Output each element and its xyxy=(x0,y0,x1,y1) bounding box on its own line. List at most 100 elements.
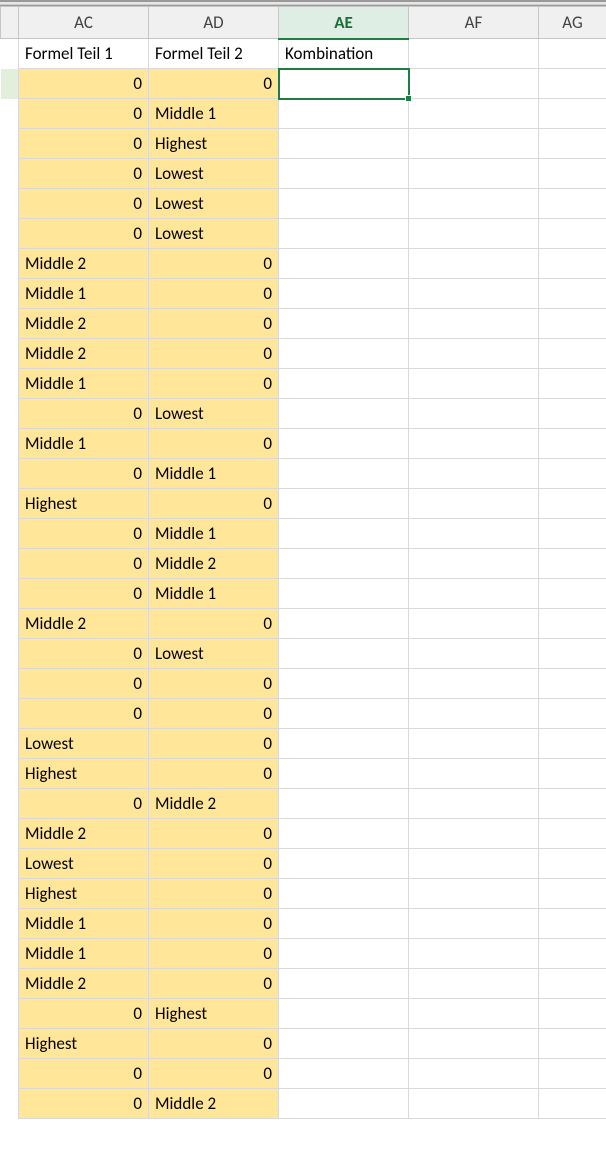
cell-ag[interactable] xyxy=(539,849,606,879)
cell-af[interactable] xyxy=(409,489,539,519)
cell-af[interactable] xyxy=(409,249,539,279)
cell-ag[interactable] xyxy=(539,999,606,1029)
cell-af[interactable] xyxy=(409,609,539,639)
cell-ag[interactable] xyxy=(539,399,606,429)
cell-ae[interactable] xyxy=(279,939,409,969)
cell-af[interactable] xyxy=(409,699,539,729)
cell-af[interactable] xyxy=(409,789,539,819)
cell-ac[interactable]: 0 xyxy=(19,219,149,249)
cell-ag[interactable] xyxy=(539,1059,606,1089)
cell-af[interactable] xyxy=(409,69,539,99)
cell-ac[interactable]: 0 xyxy=(19,999,149,1029)
cell-ac[interactable]: 0 xyxy=(19,99,149,129)
cell-ad[interactable]: Lowest xyxy=(149,189,279,219)
cell-ag[interactable] xyxy=(539,729,606,759)
cell-af-header[interactable] xyxy=(409,39,539,69)
cell-ae[interactable] xyxy=(279,189,409,219)
cell-ag[interactable] xyxy=(539,969,606,999)
grid-table[interactable]: AC AD AE AF AG Formel Teil 1 Formel Teil… xyxy=(0,6,606,1119)
cell-ag[interactable] xyxy=(539,819,606,849)
cell-ag[interactable] xyxy=(539,429,606,459)
col-header-ac[interactable]: AC xyxy=(19,7,149,39)
cell-ac[interactable]: 0 xyxy=(19,1059,149,1089)
cell-ag[interactable] xyxy=(539,99,606,129)
cell-ac[interactable]: 0 xyxy=(19,519,149,549)
cell-af[interactable] xyxy=(409,849,539,879)
cell-ae[interactable] xyxy=(279,1089,409,1119)
cell-ac[interactable]: 0 xyxy=(19,1089,149,1119)
cell-ac[interactable]: Highest xyxy=(19,489,149,519)
cell-ad[interactable]: Highest xyxy=(149,999,279,1029)
cell-ae[interactable] xyxy=(279,129,409,159)
cell-ae[interactable] xyxy=(279,369,409,399)
cell-ac[interactable]: 0 xyxy=(19,549,149,579)
cell-ad[interactable]: 0 xyxy=(149,1029,279,1059)
cell-ag[interactable] xyxy=(539,309,606,339)
cell-af[interactable] xyxy=(409,459,539,489)
cell-ag[interactable] xyxy=(539,609,606,639)
cell-ag[interactable] xyxy=(539,249,606,279)
cell-af[interactable] xyxy=(409,669,539,699)
cell-af[interactable] xyxy=(409,1089,539,1119)
cell-ad[interactable]: 0 xyxy=(149,729,279,759)
cell-ae[interactable] xyxy=(279,879,409,909)
cell-ad[interactable]: Lowest xyxy=(149,159,279,189)
cell-ae[interactable] xyxy=(279,909,409,939)
cell-ag[interactable] xyxy=(539,1029,606,1059)
cell-ag[interactable] xyxy=(539,579,606,609)
cell-ac[interactable]: Highest xyxy=(19,759,149,789)
cell-ac[interactable]: Highest xyxy=(19,1029,149,1059)
cell-ac[interactable]: Middle 2 xyxy=(19,309,149,339)
cell-ag[interactable] xyxy=(539,909,606,939)
cell-af[interactable] xyxy=(409,1029,539,1059)
cell-ad[interactable]: 0 xyxy=(149,369,279,399)
cell-ad[interactable]: 0 xyxy=(149,969,279,999)
cell-ac[interactable]: Middle 2 xyxy=(19,249,149,279)
cell-ac[interactable]: Lowest xyxy=(19,729,149,759)
cell-ac[interactable]: Middle 2 xyxy=(19,969,149,999)
cell-ad[interactable]: Highest xyxy=(149,129,279,159)
cell-ad[interactable]: Middle 1 xyxy=(149,579,279,609)
cell-ac[interactable]: 0 xyxy=(19,129,149,159)
cell-ag[interactable] xyxy=(539,669,606,699)
cell-ad[interactable]: 0 xyxy=(149,69,279,99)
cell-ad[interactable]: Middle 2 xyxy=(149,1089,279,1119)
cell-ae[interactable] xyxy=(279,459,409,489)
cell-ac[interactable]: Middle 2 xyxy=(19,819,149,849)
cell-af[interactable] xyxy=(409,399,539,429)
cell-ac[interactable]: Middle 1 xyxy=(19,279,149,309)
cell-ag[interactable] xyxy=(539,459,606,489)
cell-ae[interactable] xyxy=(279,279,409,309)
cell-af[interactable] xyxy=(409,549,539,579)
cell-ag[interactable] xyxy=(539,549,606,579)
cell-af[interactable] xyxy=(409,759,539,789)
cell-ac[interactable]: 0 xyxy=(19,69,149,99)
cell-ac[interactable]: Middle 1 xyxy=(19,429,149,459)
cell-ad[interactable]: 0 xyxy=(149,279,279,309)
cell-ad[interactable]: 0 xyxy=(149,249,279,279)
cell-af[interactable] xyxy=(409,99,539,129)
cell-ae[interactable] xyxy=(279,699,409,729)
cell-ad[interactable]: 0 xyxy=(149,309,279,339)
cell-ad[interactable]: Middle 1 xyxy=(149,459,279,489)
cell-af[interactable] xyxy=(409,939,539,969)
cell-ag[interactable] xyxy=(539,639,606,669)
cell-ad[interactable]: 0 xyxy=(149,609,279,639)
cell-ag[interactable] xyxy=(539,129,606,159)
spreadsheet-grid[interactable]: AC AD AE AF AG Formel Teil 1 Formel Teil… xyxy=(0,0,606,1119)
cell-ag-header[interactable] xyxy=(539,39,606,69)
cell-ac-header[interactable]: Formel Teil 1 xyxy=(19,39,149,69)
cell-ae[interactable] xyxy=(279,1029,409,1059)
cell-ag[interactable] xyxy=(539,1089,606,1119)
cell-ag[interactable] xyxy=(539,219,606,249)
col-header-ae[interactable]: AE xyxy=(279,7,409,39)
cell-ag[interactable] xyxy=(539,879,606,909)
cell-af[interactable] xyxy=(409,579,539,609)
cell-ac[interactable]: 0 xyxy=(19,159,149,189)
cell-af[interactable] xyxy=(409,189,539,219)
cell-af[interactable] xyxy=(409,819,539,849)
cell-ae[interactable] xyxy=(279,489,409,519)
cell-ad[interactable]: 0 xyxy=(149,699,279,729)
cell-ag[interactable] xyxy=(539,369,606,399)
cell-af[interactable] xyxy=(409,279,539,309)
